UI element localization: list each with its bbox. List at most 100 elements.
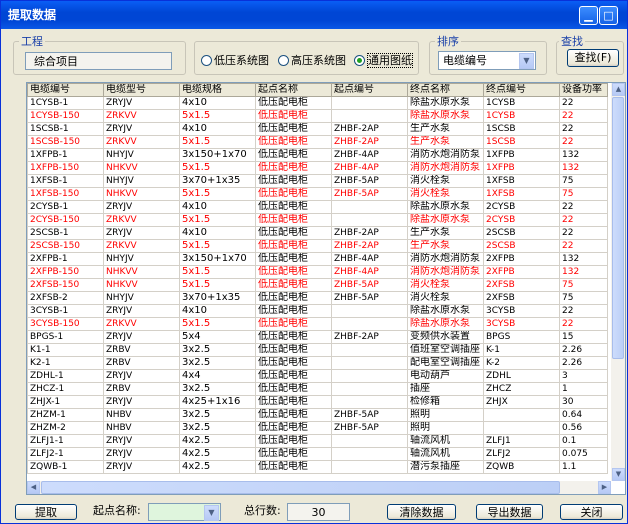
table-cell[interactable]: 2.26 <box>559 356 608 370</box>
table-cell[interactable]: 消防水炮消防泵 <box>407 148 484 162</box>
table-cell[interactable] <box>331 434 408 448</box>
table-cell[interactable]: 生产水泵 <box>407 135 484 149</box>
table-row[interactable]: ZQWB-1 ZRYJV 4x2.5 低压配电柜 潜污泵插座 ZQWB 1.1 <box>27 460 608 474</box>
scroll-down-icon[interactable]: ▼ <box>612 468 625 481</box>
table-cell[interactable]: 除盐水原水泵 <box>407 200 484 214</box>
table-cell[interactable]: 22 <box>559 122 608 136</box>
table-cell[interactable]: 15 <box>559 330 608 344</box>
table-cell[interactable]: 2CYSB <box>483 200 560 214</box>
table-cell[interactable]: ZHBF-2AP <box>331 330 408 344</box>
column-header[interactable]: 终点名称 <box>407 83 484 97</box>
column-header[interactable]: 起点名称 <box>255 83 332 97</box>
table-cell[interactable]: 低压配电柜 <box>255 226 332 240</box>
table-row[interactable]: K2-1 ZRBV 3x2.5 低压配电柜 配电室空调插座 K-2 2.26 <box>27 356 608 370</box>
table-row[interactable]: 2XFPB-150 NHKVV 5x1.5 低压配电柜 ZHBF-4AP 消防水炮消防泵 2… <box>27 265 608 279</box>
table-cell[interactable]: 4x25+1x16 <box>179 395 256 409</box>
table-cell[interactable]: ZRYJV <box>103 200 180 214</box>
table-row[interactable]: 2CYSB-150 ZRKVV 5x1.5 低压配电柜 除盐水原水泵 2CYSB 22 <box>27 213 608 227</box>
table-cell[interactable]: 2XFPB-1 <box>27 252 104 266</box>
maximize-button[interactable]: □ <box>599 6 618 25</box>
table-cell[interactable] <box>331 200 408 214</box>
table-cell[interactable]: NHBV <box>103 408 180 422</box>
table-cell[interactable]: 照明 <box>407 408 484 422</box>
table-cell[interactable]: 2XFSB-150 <box>27 278 104 292</box>
table-cell[interactable]: 生产水泵 <box>407 122 484 136</box>
table-cell[interactable]: 值班室空调插座 <box>407 343 484 357</box>
table-cell[interactable]: ZRKVV <box>103 135 180 149</box>
table-cell[interactable]: 2SCSB-150 <box>27 239 104 253</box>
table-cell[interactable]: 潜污泵插座 <box>407 460 484 474</box>
table-cell[interactable]: 3x2.5 <box>179 356 256 370</box>
table-cell[interactable]: ZHBF-5AP <box>331 291 408 305</box>
table-cell[interactable]: NHYJV <box>103 148 180 162</box>
table-cell[interactable]: 低压配电柜 <box>255 356 332 370</box>
table-cell[interactable]: ZHBF-4AP <box>331 161 408 175</box>
table-cell[interactable]: 30 <box>559 395 608 409</box>
table-cell[interactable]: 3x150+1x70 <box>179 252 256 266</box>
table-cell[interactable]: 4x10 <box>179 226 256 240</box>
table-cell[interactable]: 2SCSB <box>483 239 560 253</box>
table-cell[interactable]: 22 <box>559 213 608 227</box>
table-cell[interactable]: 1CYSB-150 <box>27 109 104 123</box>
column-header[interactable]: 电缆编号 <box>27 83 104 97</box>
column-header[interactable]: 电缆规格 <box>179 83 256 97</box>
table-cell[interactable]: 75 <box>559 187 608 201</box>
table-row[interactable]: 3CYSB-150 ZRKVV 5x1.5 低压配电柜 除盐水原水泵 3CYSB 22 <box>27 317 608 331</box>
table-cell[interactable]: NHYJV <box>103 291 180 305</box>
table-cell[interactable]: 3x2.5 <box>179 382 256 396</box>
table-cell[interactable]: 3x2.5 <box>179 343 256 357</box>
table-cell[interactable]: ZRYJV <box>103 447 180 461</box>
table-cell[interactable] <box>331 395 408 409</box>
table-cell[interactable]: 照明 <box>407 421 484 435</box>
sort-select[interactable]: 电缆编号 ▼ <box>438 51 536 70</box>
column-header[interactable]: 设备功率 <box>559 83 608 97</box>
table-cell[interactable]: 除盐水原水泵 <box>407 109 484 123</box>
table-cell[interactable]: 0.1 <box>559 434 608 448</box>
table-cell[interactable]: 消火栓泵 <box>407 291 484 305</box>
radio-general-drawing[interactable]: 通用图纸 <box>354 53 413 68</box>
table-cell[interactable]: 3x70+1x35 <box>179 291 256 305</box>
table-cell[interactable]: 低压配电柜 <box>255 161 332 175</box>
table-cell[interactable]: ZRYJV <box>103 226 180 240</box>
table-cell[interactable]: ZHBF-5AP <box>331 174 408 188</box>
table-cell[interactable]: 5x1.5 <box>179 161 256 175</box>
table-cell[interactable]: ZRYJV <box>103 369 180 383</box>
table-cell[interactable]: ZRYJV <box>103 122 180 136</box>
table-row[interactable]: 2XFSB-150 NHKVV 5x1.5 低压配电柜 ZHBF-5AP 消火栓泵 2XFS… <box>27 278 608 292</box>
table-cell[interactable]: 低压配电柜 <box>255 343 332 357</box>
table-cell[interactable]: 5x1.5 <box>179 109 256 123</box>
table-cell[interactable]: ZHJX <box>483 395 560 409</box>
export-data-button[interactable]: 导出数据 <box>476 504 543 520</box>
title-bar[interactable]: 提取数据 ▁ □ ✕ <box>1 1 627 29</box>
table-cell[interactable]: 3CYSB-1 <box>27 304 104 318</box>
table-cell[interactable]: 检修箱 <box>407 395 484 409</box>
table-cell[interactable]: ZDHL <box>483 369 560 383</box>
table-cell[interactable]: ZRYJV <box>103 460 180 474</box>
table-cell[interactable]: NHKVV <box>103 187 180 201</box>
table-cell[interactable]: 0.56 <box>559 421 608 435</box>
table-row[interactable]: ZHZM-1 NHBV 3x2.5 低压配电柜 ZHBF-5AP 照明 0.64 <box>27 408 608 422</box>
table-cell[interactable]: 1SCSB-1 <box>27 122 104 136</box>
table-cell[interactable]: ZLFJ2-1 <box>27 447 104 461</box>
table-cell[interactable]: 消防水炮消防泵 <box>407 252 484 266</box>
scroll-left-icon[interactable]: ◀ <box>27 481 40 494</box>
table-row[interactable]: BPGS-1 ZRYJV 5x4 低压配电柜 ZHBF-2AP 变频供水装置 BPGS 15 <box>27 330 608 344</box>
table-cell[interactable]: 2XFSB <box>483 291 560 305</box>
table-cell[interactable]: 1XFSB-1 <box>27 174 104 188</box>
table-cell[interactable]: 22 <box>559 239 608 253</box>
table-row[interactable]: 1SCSB-1 ZRYJV 4x10 低压配电柜 ZHBF-2AP 生产水泵 1SCSB 22 <box>27 122 608 136</box>
table-cell[interactable]: 22 <box>559 135 608 149</box>
table-cell[interactable]: ZRYJV <box>103 434 180 448</box>
table-cell[interactable]: 22 <box>559 317 608 331</box>
table-row[interactable]: ZHCZ-1 ZRBV 3x2.5 低压配电柜 插座 ZHCZ 1 <box>27 382 608 396</box>
table-cell[interactable]: 低压配电柜 <box>255 304 332 318</box>
table-cell[interactable]: 2SCSB-1 <box>27 226 104 240</box>
table-cell[interactable]: 2CYSB-150 <box>27 213 104 227</box>
table-cell[interactable]: 2SCSB <box>483 226 560 240</box>
table-cell[interactable]: 低压配电柜 <box>255 239 332 253</box>
table-cell[interactable]: 轴流风机 <box>407 434 484 448</box>
table-cell[interactable]: 2CYSB-1 <box>27 200 104 214</box>
table-cell[interactable]: 低压配电柜 <box>255 109 332 123</box>
table-cell[interactable]: ZHBF-4AP <box>331 148 408 162</box>
table-cell[interactable]: 2XFPB <box>483 265 560 279</box>
